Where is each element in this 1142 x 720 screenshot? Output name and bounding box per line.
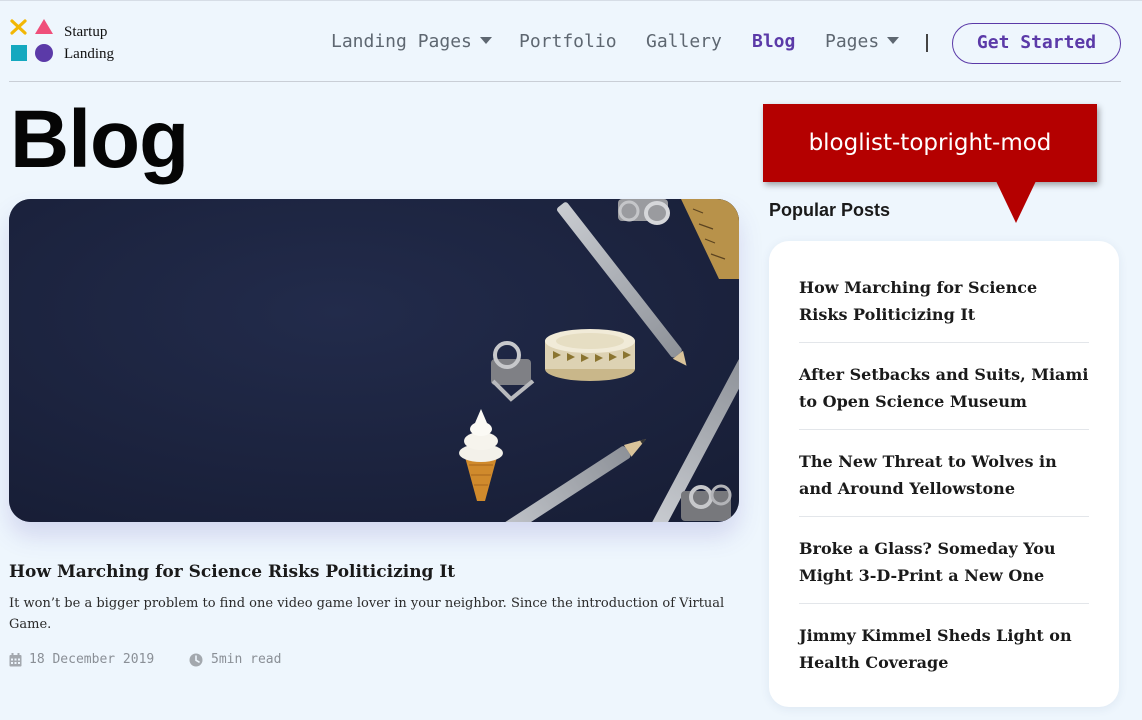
caret-down-icon [479, 36, 492, 44]
popular-posts-heading: Popular Posts [769, 200, 891, 220]
desk-flatlay-image [9, 199, 739, 522]
post-meta: 18 December 2019 5min read [9, 650, 409, 670]
page: Startup Landing Landing Pages Portfolio … [0, 0, 1142, 720]
post-read-time: 5min read [211, 652, 282, 667]
nav-item-label: Portfolio [519, 31, 617, 52]
featured-post-excerpt: It won’t be a bigger problem to find one… [9, 596, 725, 632]
nav-item-label: Landing Pages [331, 31, 472, 52]
popular-post-link[interactable]: How Marching for Science Risks Politiciz… [799, 274, 1091, 328]
nav-item-portfolio[interactable]: Portfolio [519, 28, 617, 56]
featured-post-title[interactable]: How Marching for Science Risks Politiciz… [9, 560, 455, 584]
popular-post-link[interactable]: Broke a Glass? Someday You Might 3-D-Pri… [799, 535, 1091, 589]
nav-item-pages[interactable]: Pages [825, 28, 900, 56]
popular-post-divider [799, 342, 1089, 343]
popular-post-link[interactable]: The New Threat to Wolves in and Around Y… [799, 448, 1091, 502]
nav-item-label: Gallery [646, 31, 722, 52]
module-annotation-callout: bloglist-topright-mod [763, 104, 1097, 182]
featured-post-image[interactable] [9, 199, 739, 522]
get-started-button[interactable]: Get Started [952, 23, 1121, 64]
page-title: Blog [10, 94, 189, 185]
nav-item-label: Blog [752, 31, 796, 52]
site-header: Startup Landing Landing Pages Portfolio … [0, 0, 1142, 82]
post-date: 18 December 2019 [29, 652, 155, 667]
nav-item-label: Pages [825, 31, 880, 52]
nav-item-gallery[interactable]: Gallery [646, 28, 722, 56]
header-divider [9, 81, 1121, 82]
popular-post-divider [799, 429, 1089, 430]
popular-post-link[interactable]: After Setbacks and Suits, Miami to Open … [799, 361, 1091, 415]
annotation-label: bloglist-topright-mod [808, 130, 1052, 156]
popular-posts-card: How Marching for Science Risks Politiciz… [769, 241, 1119, 707]
popular-post-divider [799, 516, 1089, 517]
calendar-icon [9, 653, 22, 667]
popular-post-link[interactable]: Jimmy Kimmel Sheds Light on Health Cover… [799, 622, 1091, 676]
clock-icon [189, 653, 203, 667]
nav-item-landing-pages[interactable]: Landing Pages [331, 28, 492, 56]
nav-item-blog[interactable]: Blog [752, 28, 795, 56]
annotation-pointer [996, 181, 1036, 223]
popular-post-divider [799, 603, 1089, 604]
caret-down-icon [887, 36, 900, 44]
nav-separator [926, 34, 928, 52]
